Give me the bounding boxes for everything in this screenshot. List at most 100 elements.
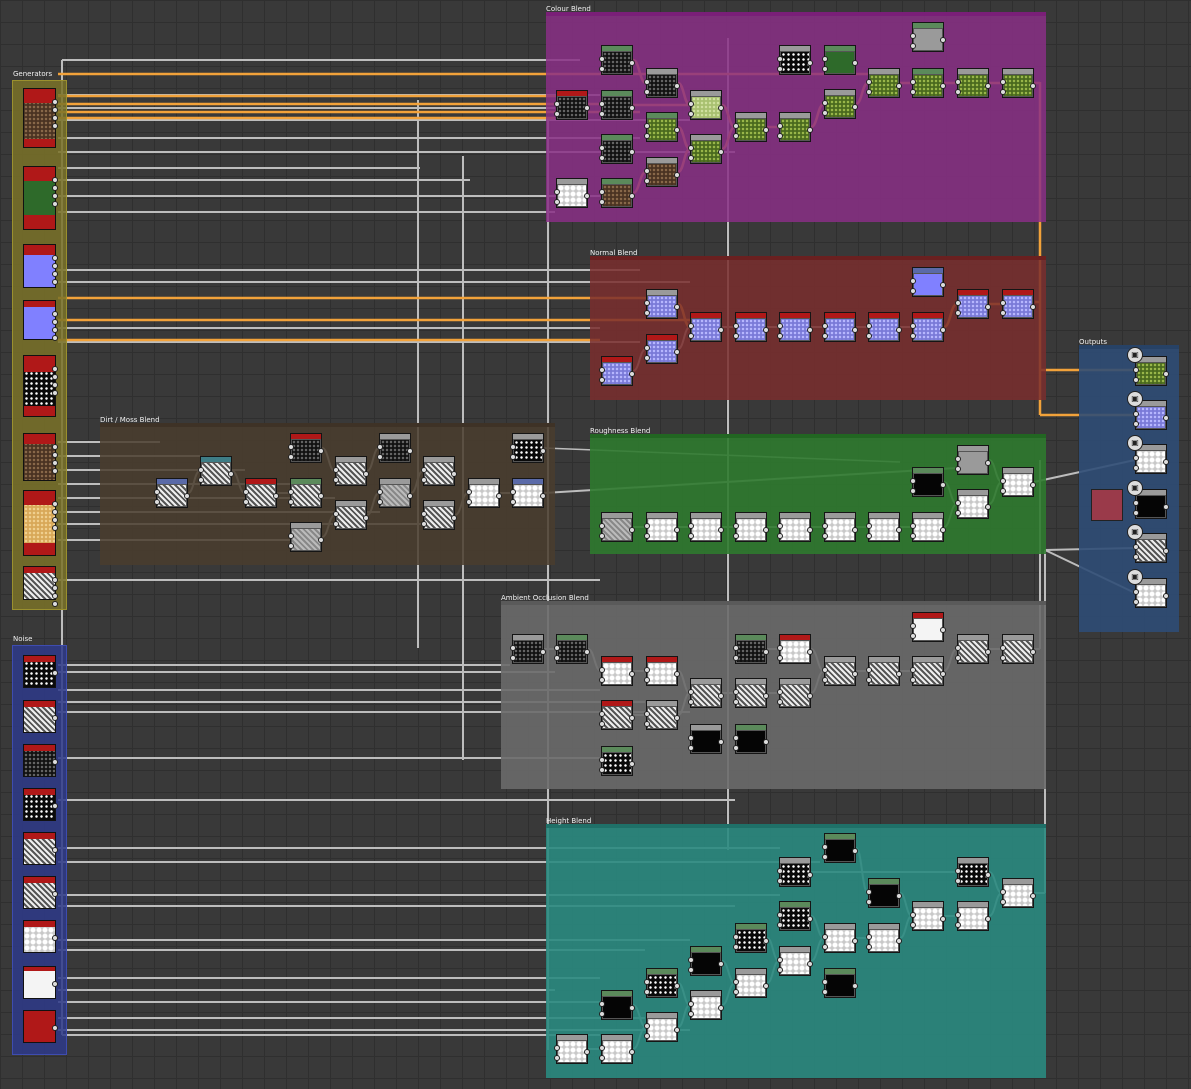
input-port-icon[interactable] (1000, 300, 1006, 306)
output-port-icon[interactable] (763, 127, 769, 133)
node-header[interactable] (602, 657, 632, 662)
normal-blend-node-4[interactable] (777, 312, 813, 342)
input-port-icon[interactable] (599, 377, 605, 383)
normal-blend-node-8[interactable] (644, 334, 680, 364)
input-port-icon[interactable] (866, 323, 872, 329)
input-port-icon[interactable] (243, 499, 249, 505)
roughness-blend-node-12[interactable] (1000, 467, 1036, 497)
output-port-icon[interactable] (1030, 83, 1036, 89)
input-port-icon[interactable] (644, 123, 650, 129)
dirt-moss-node-1[interactable] (288, 433, 324, 463)
input-port-icon[interactable] (644, 711, 650, 717)
input-port-icon[interactable] (910, 288, 916, 294)
input-port-icon[interactable] (510, 454, 516, 460)
input-port-icon[interactable] (1133, 465, 1139, 471)
dirt-moss-node-6[interactable] (333, 456, 369, 486)
output-port-icon[interactable] (807, 527, 813, 533)
output-port-icon[interactable] (52, 803, 58, 809)
node-header[interactable] (913, 657, 943, 662)
node-header[interactable] (825, 657, 855, 662)
input-port-icon[interactable] (910, 677, 916, 683)
input-port-icon[interactable] (822, 677, 828, 683)
node-header[interactable] (825, 313, 855, 318)
output-port-icon[interactable] (52, 263, 58, 269)
colour-blend-node-6[interactable] (644, 112, 680, 142)
input-port-icon[interactable] (554, 189, 560, 195)
output-port-icon[interactable] (852, 527, 858, 533)
input-port-icon[interactable] (198, 477, 204, 483)
ao-blend-node-3[interactable] (599, 656, 635, 686)
input-port-icon[interactable] (866, 934, 872, 940)
input-port-icon[interactable] (955, 466, 961, 472)
input-port-icon[interactable] (822, 533, 828, 539)
colour-blend-node-11[interactable] (644, 157, 680, 187)
ao-blend-node-6[interactable] (644, 700, 680, 730)
colour-blend-node-2[interactable] (644, 68, 680, 98)
roughness-blend-node-3[interactable] (688, 512, 724, 542)
input-port-icon[interactable] (599, 757, 605, 763)
dirt-moss-node-13[interactable] (466, 478, 502, 508)
colour-blend-node-12[interactable] (554, 178, 590, 208)
output-port-icon[interactable] (52, 593, 58, 599)
output-port-icon[interactable] (1163, 593, 1169, 599)
input-port-icon[interactable] (910, 278, 916, 284)
node-header[interactable] (647, 158, 677, 163)
output-port-icon[interactable] (674, 304, 680, 310)
node-header[interactable] (825, 924, 855, 929)
input-port-icon[interactable] (822, 523, 828, 529)
output-port-icon[interactable] (52, 509, 58, 515)
input-port-icon[interactable] (733, 645, 739, 651)
output-port-icon[interactable] (940, 627, 946, 633)
output-port-icon[interactable] (407, 493, 413, 499)
node-header[interactable] (291, 434, 321, 439)
output-port-icon[interactable] (629, 527, 635, 533)
cube-icon[interactable]: ▣ (1127, 569, 1143, 585)
node-header[interactable] (557, 635, 587, 640)
height-blend-node-14[interactable] (733, 968, 769, 998)
output-port-icon[interactable] (52, 847, 58, 853)
input-port-icon[interactable] (510, 655, 516, 661)
input-port-icon[interactable] (1133, 377, 1139, 383)
output-port-icon[interactable] (807, 327, 813, 333)
generator-soil[interactable] (23, 433, 58, 481)
output-port-icon[interactable] (807, 60, 813, 66)
input-port-icon[interactable] (910, 912, 916, 918)
input-port-icon[interactable] (644, 345, 650, 351)
output-port-icon[interactable] (184, 493, 190, 499)
input-port-icon[interactable] (955, 510, 961, 516)
output-port-icon[interactable] (629, 1005, 635, 1011)
node-header[interactable] (380, 434, 410, 439)
input-port-icon[interactable] (866, 944, 872, 950)
noise-node-7[interactable] (23, 920, 58, 953)
node-header[interactable] (602, 46, 632, 51)
ao-blend-node-15[interactable] (910, 612, 946, 642)
input-port-icon[interactable] (777, 533, 783, 539)
generator-dirt[interactable] (23, 88, 58, 148)
colour-blend-node-1[interactable] (599, 45, 635, 75)
input-port-icon[interactable] (910, 333, 916, 339)
input-port-icon[interactable] (777, 957, 783, 963)
node-header[interactable] (557, 91, 587, 96)
node-header[interactable] (958, 902, 988, 907)
input-port-icon[interactable] (777, 689, 783, 695)
input-port-icon[interactable] (644, 1033, 650, 1039)
input-port-icon[interactable] (510, 444, 516, 450)
input-port-icon[interactable] (688, 699, 694, 705)
node-header[interactable] (513, 434, 543, 439)
input-port-icon[interactable] (466, 499, 472, 505)
node-header[interactable] (602, 91, 632, 96)
input-port-icon[interactable] (777, 922, 783, 928)
output-port-icon[interactable] (496, 493, 502, 499)
height-blend-node-9[interactable] (910, 901, 946, 931)
input-port-icon[interactable] (910, 488, 916, 494)
input-port-icon[interactable] (644, 79, 650, 85)
input-port-icon[interactable] (955, 89, 961, 95)
dirt-moss-node-4[interactable] (243, 478, 279, 508)
ao-blend-node-11[interactable] (777, 634, 813, 664)
node-header[interactable] (380, 479, 410, 484)
ao-blend-node-16[interactable] (955, 634, 991, 664)
node-header[interactable] (825, 90, 855, 95)
input-port-icon[interactable] (777, 66, 783, 72)
node-header[interactable] (691, 313, 721, 318)
output-port-icon[interactable] (807, 961, 813, 967)
